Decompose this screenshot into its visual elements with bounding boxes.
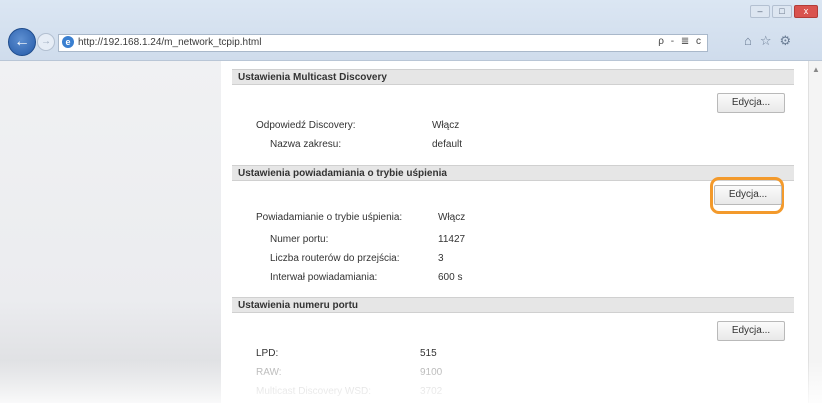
maximize-button[interactable]: □ — [772, 5, 792, 18]
back-button[interactable]: ← — [8, 28, 36, 56]
label-sleep-notification: Powiadamianie o trybie uśpienia: — [256, 212, 403, 223]
label-discovery-response: Odpowiedź Discovery: — [256, 120, 356, 131]
scrollbar[interactable]: ▲ — [808, 61, 822, 403]
settings-gear-icon[interactable]: ⚙ — [780, 33, 792, 49]
home-icon[interactable]: ⌂ — [744, 33, 752, 49]
value-notification-interval: 600 s — [438, 272, 463, 283]
sidebar — [0, 61, 221, 403]
value-router-hops: 3 — [438, 253, 444, 264]
value-discovery-response: Włącz — [432, 120, 460, 131]
label-multicast-wsd: Multicast Discovery WSD: — [256, 386, 372, 397]
arrow-right-icon: → — [41, 36, 51, 47]
label-notification-interval: Interwał powiadamiania: — [270, 272, 378, 283]
favorites-star-icon[interactable]: ☆ — [760, 33, 772, 49]
address-url[interactable]: http://192.168.1.24/m_network_tcpip.html — [78, 37, 261, 48]
value-sleep-notification: Włącz — [438, 212, 466, 223]
address-bar[interactable]: e http://192.168.1.24/m_network_tcpip.ht… — [58, 34, 708, 52]
close-button[interactable]: x — [794, 5, 818, 18]
label-port-number: Numer portu: — [270, 234, 329, 245]
edit-button-sleep-notification[interactable]: Edycja... — [714, 185, 782, 205]
scroll-up-icon[interactable]: ▲ — [812, 65, 820, 74]
value-lpd: 515 — [420, 348, 437, 359]
arrow-left-icon: ← — [14, 33, 30, 50]
edit-button-multicast[interactable]: Edycja... — [717, 93, 785, 113]
section-header-multicast: Ustawienia Multicast Discovery — [232, 69, 794, 85]
label-raw: RAW: — [256, 367, 282, 378]
address-tools[interactable]: ρ - ≣ c — [658, 36, 703, 47]
label-lpd: LPD: — [256, 348, 279, 359]
browser-logo-icon: e — [62, 36, 74, 48]
value-port-number: 11427 — [438, 234, 466, 245]
window-controls: – □ x — [750, 5, 818, 18]
label-scope-name: Nazwa zakresu: — [270, 139, 342, 150]
section-header-port-number: Ustawienia numeru portu — [232, 297, 794, 313]
browser-icons: ⌂ ☆ ⚙ — [744, 33, 791, 49]
browser-toolbar: – □ x ← → e http://192.168.1.24/m_networ… — [0, 0, 822, 61]
label-router-hops: Liczba routerów do przejścia: — [270, 253, 400, 264]
forward-button[interactable]: → — [37, 33, 55, 51]
value-multicast-wsd: 3702 — [420, 386, 443, 397]
value-raw: 9100 — [420, 367, 443, 378]
section-header-sleep-notification: Ustawienia powiadamiania o trybie uśpien… — [232, 165, 794, 181]
edit-button-port-number[interactable]: Edycja... — [717, 321, 785, 341]
minimize-button[interactable]: – — [750, 5, 770, 18]
value-scope-name: default — [432, 139, 463, 150]
